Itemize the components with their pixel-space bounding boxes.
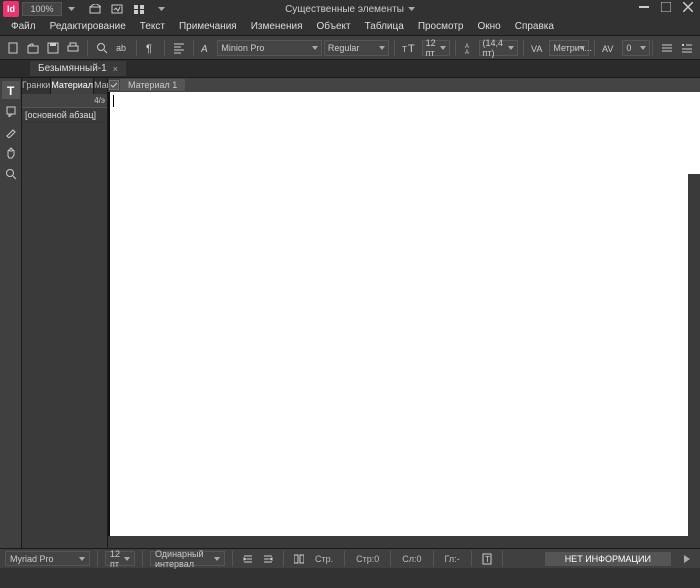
svg-text:T: T: [7, 84, 15, 96]
increase-indent-icon[interactable]: [240, 551, 256, 566]
no-info-badge: НЕТ ИНФОРМАЦИИ: [545, 552, 671, 566]
minimize-button[interactable]: [636, 0, 652, 14]
leading-field[interactable]: (14,4 пт): [479, 40, 519, 56]
eyedropper-tool[interactable]: [2, 123, 20, 141]
menu-changes[interactable]: Изменения: [244, 19, 310, 34]
paragraph-style-row[interactable]: [основной абзац]: [22, 108, 107, 123]
svg-text:A: A: [201, 44, 208, 54]
tab-material[interactable]: Материал: [51, 78, 94, 94]
text-cursor: [113, 95, 114, 107]
zoom-tool[interactable]: [2, 165, 20, 183]
menu-help[interactable]: Справка: [508, 19, 561, 34]
svg-text:VA: VA: [531, 44, 542, 54]
bridge-icon[interactable]: [88, 2, 102, 16]
vertical-scrollbar[interactable]: [688, 174, 700, 548]
decrease-indent-icon[interactable]: [260, 551, 276, 566]
font-style-field[interactable]: Regular: [324, 40, 389, 56]
status-size-field[interactable]: 12 пт: [105, 551, 135, 566]
font-family-field[interactable]: Minion Pro: [217, 40, 322, 56]
zoom-field[interactable]: 100%: [22, 2, 62, 16]
tracking-field[interactable]: 0: [622, 40, 650, 56]
chevron-down-icon[interactable]: [64, 2, 78, 16]
chevron-right-icon[interactable]: [679, 551, 695, 566]
document-tab-label: Безымянный-1: [38, 63, 107, 74]
workspace-switcher[interactable]: Существенные элементы: [285, 4, 415, 15]
char-style-icon: A: [201, 42, 213, 54]
toolbox: T: [0, 78, 22, 568]
status-bar: Myriad Pro 12 пт Одинарный интервал Стр.…: [0, 548, 700, 568]
rows-icon[interactable]: [658, 39, 676, 57]
menu-window[interactable]: Окно: [470, 19, 507, 34]
status-font-field[interactable]: Myriad Pro: [5, 551, 90, 566]
hand-tool[interactable]: [2, 144, 20, 162]
status-glyph: Гл:-: [445, 554, 460, 564]
horizontal-scrollbar[interactable]: [108, 536, 688, 548]
kerning-field[interactable]: Метрич...: [549, 40, 589, 56]
tab-tracks[interactable]: Гранки: [22, 78, 51, 94]
svg-text:¶: ¶: [146, 43, 152, 54]
story-panel: Гранки Материал Макет 4/э [основной абза…: [22, 78, 108, 568]
new-icon[interactable]: [4, 39, 22, 57]
text-area[interactable]: [108, 92, 700, 568]
svg-text:T: T: [485, 555, 490, 564]
menubar: Файл Редактирование Текст Примечания Изм…: [0, 18, 700, 36]
status-col: Сл:0: [402, 554, 421, 564]
flow-tab[interactable]: Материал 1: [120, 79, 185, 91]
close-tab-icon[interactable]: ×: [113, 64, 118, 74]
align-icon[interactable]: [170, 39, 188, 57]
spellcheck-icon[interactable]: ab: [113, 39, 131, 57]
app-icon: Id: [3, 1, 19, 17]
menu-view[interactable]: Просмотр: [411, 19, 471, 34]
flow-checkbox-icon[interactable]: [108, 79, 120, 91]
menu-object[interactable]: Объект: [310, 19, 358, 34]
status-spacing-field[interactable]: Одинарный интервал: [150, 551, 225, 566]
status-page: Стр.: [315, 554, 333, 564]
open-icon[interactable]: [24, 39, 42, 57]
svg-text:ab: ab: [116, 43, 126, 53]
arrange-icon[interactable]: [132, 2, 146, 16]
menu-edit[interactable]: Редактирование: [43, 19, 133, 34]
menu-notes[interactable]: Примечания: [172, 19, 244, 34]
story-editor: Материал 1: [108, 78, 700, 568]
font-size-field[interactable]: 12 пт: [422, 40, 450, 56]
tracking-icon: AV: [602, 42, 616, 54]
close-button[interactable]: [680, 0, 696, 14]
print-icon[interactable]: [64, 39, 82, 57]
save-icon[interactable]: [44, 39, 62, 57]
menu-table[interactable]: Таблица: [358, 19, 411, 34]
svg-text:T: T: [408, 43, 415, 54]
panel-menu-icon[interactable]: [678, 39, 696, 57]
find-icon[interactable]: [93, 39, 111, 57]
note-tool[interactable]: [2, 102, 20, 120]
columns-icon[interactable]: [291, 551, 307, 566]
menu-text[interactable]: Текст: [133, 19, 172, 34]
workspace-label: Существенные элементы: [285, 4, 404, 15]
leading-icon: AA: [463, 42, 475, 54]
status-line: Стр:0: [356, 554, 379, 564]
type-tool[interactable]: T: [2, 81, 20, 99]
chevron-down-icon[interactable]: [154, 2, 168, 16]
svg-text:AV: AV: [602, 44, 613, 54]
story-header: 4/э: [22, 94, 107, 108]
svg-text:A: A: [465, 50, 469, 54]
para-style-icon[interactable]: ¶: [142, 39, 160, 57]
svg-text:T: T: [402, 45, 407, 54]
kerning-icon: VA: [531, 42, 545, 54]
stock-icon[interactable]: [110, 2, 124, 16]
maximize-button[interactable]: [658, 0, 674, 14]
font-size-icon: TT: [402, 42, 416, 54]
document-tab[interactable]: Безымянный-1 ×: [30, 61, 126, 76]
control-bar: ab ¶ A Minion Pro Regular TT 12 пт AA (1…: [0, 36, 700, 60]
text-frame-icon[interactable]: T: [479, 551, 495, 566]
menu-file[interactable]: Файл: [4, 19, 43, 34]
